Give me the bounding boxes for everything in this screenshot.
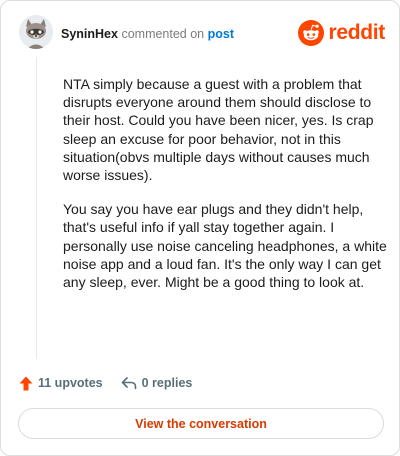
comment-actions: 11 upvotes 0 replies: [19, 373, 192, 393]
reddit-logo[interactable]: reddit: [298, 20, 385, 46]
upvote-count: 11 upvotes: [38, 376, 103, 390]
upvote-arrow-icon: [19, 376, 33, 390]
avatar[interactable]: [19, 15, 53, 49]
avatar-raccoon-icon: [19, 15, 53, 49]
reply-button[interactable]: 0 replies: [121, 376, 193, 390]
view-conversation-button[interactable]: View the conversation: [18, 408, 384, 439]
reply-arrow-icon: [121, 377, 136, 390]
upvote-button[interactable]: 11 upvotes: [19, 376, 103, 391]
reddit-alien-icon: [298, 20, 325, 46]
comment-paragraph: You say you have ear plugs and they didn…: [63, 201, 387, 291]
post-link[interactable]: post: [208, 27, 234, 41]
reply-count: 0 replies: [141, 376, 193, 390]
byline: SyninHex commented on post: [61, 26, 234, 42]
thread-line: [36, 57, 37, 359]
comment-body: NTA simply because a guest with a proble…: [63, 75, 391, 307]
comment-card: SyninHex commented on post reddit NTA si…: [0, 0, 400, 456]
comment-header: SyninHex commented on post reddit: [19, 15, 385, 55]
comment-paragraph: NTA simply because a guest with a proble…: [63, 76, 374, 184]
username[interactable]: SyninHex: [61, 27, 118, 41]
brand-wordmark: reddit: [328, 21, 385, 44]
action-text: commented on: [121, 27, 205, 41]
